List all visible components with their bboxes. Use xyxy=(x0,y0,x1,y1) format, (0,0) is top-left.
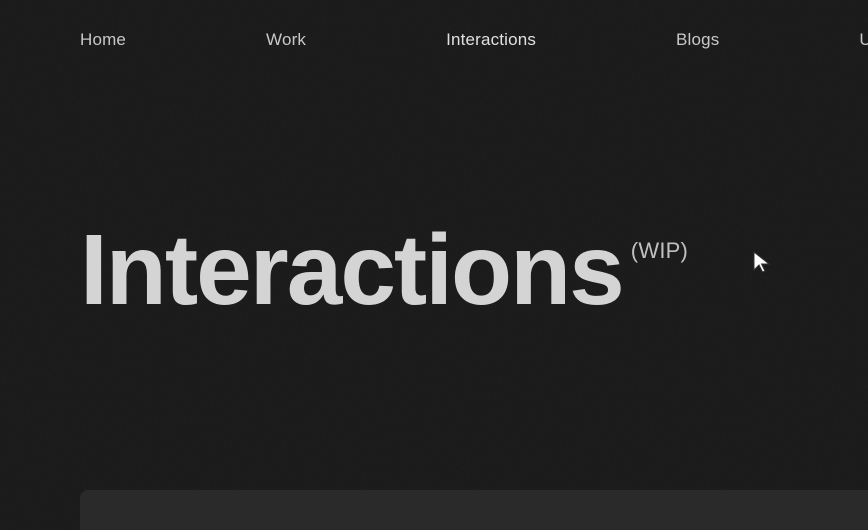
main-nav: Home Work Interactions Blogs Us xyxy=(0,0,868,80)
hero-title: Interactions xyxy=(80,220,623,320)
nav-item-interactions[interactable]: Interactions xyxy=(446,30,536,50)
hero-section: Interactions (WIP) xyxy=(0,80,868,320)
nav-item-blogs[interactable]: Blogs xyxy=(676,30,719,50)
nav-item-home[interactable]: Home xyxy=(80,30,126,50)
nav-item-us[interactable]: Us xyxy=(859,30,868,50)
hero-wip-label: (WIP) xyxy=(631,238,688,264)
bottom-bar xyxy=(80,490,868,530)
nav-item-work[interactable]: Work xyxy=(266,30,306,50)
